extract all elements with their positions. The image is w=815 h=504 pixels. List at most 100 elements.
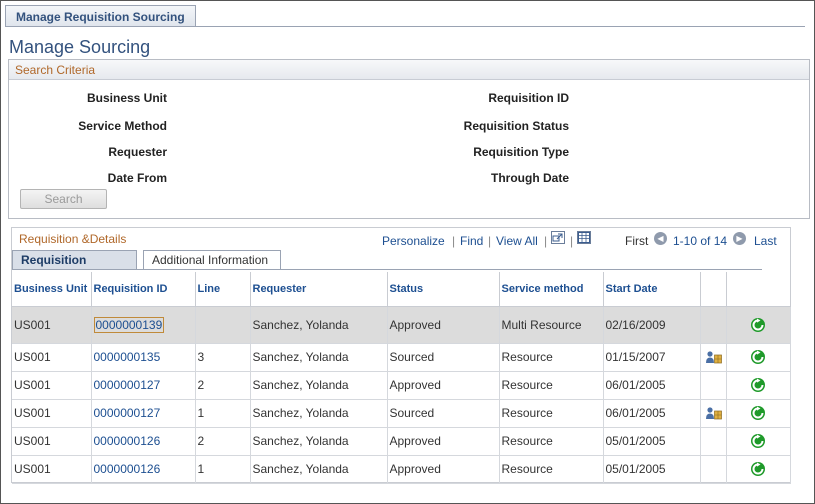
cell-people <box>700 306 727 344</box>
search-button[interactable]: Search <box>20 189 107 209</box>
cell-refresh <box>726 455 791 484</box>
col-status[interactable]: Status <box>387 272 500 307</box>
col-requester[interactable]: Requester <box>250 272 388 307</box>
cell-start-date: 01/15/2007 <box>603 343 701 372</box>
people-icon[interactable] <box>703 406 724 420</box>
tab-requisition-details[interactable]: Requisition Details <box>12 250 137 286</box>
page-title: Manage Sourcing <box>9 37 151 57</box>
cell-people <box>700 371 727 400</box>
next-arrow-icon[interactable]: ▶ <box>733 232 746 245</box>
cell-service-method: Resource <box>499 455 604 484</box>
cell-business-unit: US001 <box>12 399 92 428</box>
refresh-icon[interactable] <box>729 461 788 477</box>
cell-line: 1 <box>195 455 251 484</box>
cell-business-unit: US001 <box>12 306 92 344</box>
refresh-icon[interactable] <box>729 317 788 333</box>
label-service-method: Service Method <box>78 119 167 133</box>
cell-start-date: 02/16/2009 <box>603 306 701 344</box>
col-start-date[interactable]: Start Date <box>603 272 701 307</box>
cell-requisition-id: 0000000127 <box>91 371 196 400</box>
download-icon[interactable] <box>577 231 591 244</box>
cell-people <box>700 455 727 484</box>
refresh-icon[interactable] <box>729 433 788 449</box>
col-people <box>700 272 727 307</box>
cell-refresh <box>726 306 791 344</box>
cell-start-date: 05/01/2005 <box>603 455 701 484</box>
label-business-unit: Business Unit <box>86 91 167 105</box>
cell-requisition-id: 0000000139 <box>91 306 196 344</box>
cell-requester: Sanchez, Yolanda <box>250 455 388 484</box>
table-row: US001 0000000126 2 Sanchez, Yolanda Approved… <box>12 427 791 456</box>
cell-status: Approved <box>387 455 500 484</box>
cell-requisition-id: 0000000127 <box>91 399 196 428</box>
tab-divider <box>12 269 762 270</box>
col-business-unit[interactable]: Business Unit <box>12 272 92 307</box>
grid-title: Requisition &Details <box>19 232 127 246</box>
table-row: US001 0000000127 1 Sanchez, Yolanda Sourced R… <box>12 399 791 428</box>
table-row: US001 0000000126 1 Sanchez, Yolanda Approved… <box>12 455 791 484</box>
search-criteria-box: Search Criteria Business Unit Service Me… <box>8 59 810 219</box>
cell-service-method: Resource <box>499 371 604 400</box>
nav-separator: | <box>544 234 548 248</box>
cell-business-unit: US001 <box>12 427 92 456</box>
cell-line <box>195 306 251 344</box>
cell-status: Approved <box>387 306 500 344</box>
requisition-id-link[interactable]: 0000000127 <box>94 378 161 392</box>
cell-people <box>700 427 727 456</box>
page-tab-manage-requisition-sourcing[interactable]: Manage Requisition Sourcing <box>5 5 196 27</box>
nav-separator: | <box>452 234 456 248</box>
cell-service-method: Resource <box>499 427 604 456</box>
cell-people <box>700 399 727 428</box>
col-requisition-id[interactable]: Requisition ID <box>91 272 196 307</box>
cell-requester: Sanchez, Yolanda <box>250 343 388 372</box>
last-link[interactable]: Last <box>754 234 777 248</box>
cell-requisition-id: 0000000126 <box>91 427 196 456</box>
cell-requester: Sanchez, Yolanda <box>250 427 388 456</box>
cell-start-date: 05/01/2005 <box>603 427 701 456</box>
label-requisition-status: Requisition Status <box>463 119 569 133</box>
cell-status: Approved <box>387 371 500 400</box>
zoom-icon[interactable] <box>551 231 565 244</box>
tab-additional-information[interactable]: Additional Information <box>143 250 281 270</box>
label-requester: Requester <box>108 145 167 159</box>
requisition-id-link[interactable]: 0000000126 <box>94 434 161 448</box>
table-row: US001 0000000139 Sanchez, Yolanda Approved M… <box>12 306 791 344</box>
requisition-id-link[interactable]: 0000000127 <box>94 406 161 420</box>
page-tab-divider <box>5 26 805 27</box>
cell-service-method: Resource <box>499 399 604 428</box>
view-all-link[interactable]: View All <box>496 234 538 248</box>
nav-separator: | <box>570 234 574 248</box>
cell-start-date: 06/01/2005 <box>603 371 701 400</box>
col-line[interactable]: Line <box>195 272 251 307</box>
cell-status: Sourced <box>387 343 500 372</box>
table-row: US001 0000000135 3 Sanchez, Yolanda Sourced R… <box>12 343 791 372</box>
requisition-id-link[interactable]: 0000000135 <box>94 350 161 364</box>
refresh-icon[interactable] <box>729 405 788 421</box>
refresh-icon[interactable] <box>729 377 788 393</box>
cell-refresh <box>726 371 791 400</box>
cell-start-date: 06/01/2005 <box>603 399 701 428</box>
cell-service-method: Multi Resource <box>499 306 604 344</box>
refresh-icon[interactable] <box>729 349 788 365</box>
personalize-link[interactable]: Personalize <box>382 234 445 248</box>
col-service-method[interactable]: Service method <box>499 272 604 307</box>
cell-business-unit: US001 <box>12 455 92 484</box>
table-row: US001 0000000127 2 Sanchez, Yolanda Approved… <box>12 371 791 400</box>
cell-line: 3 <box>195 343 251 372</box>
find-link[interactable]: Find <box>460 234 483 248</box>
cell-status: Approved <box>387 427 500 456</box>
label-requisition-id: Requisition ID <box>488 91 569 105</box>
cell-business-unit: US001 <box>12 343 92 372</box>
requisition-id-link[interactable]: 0000000126 <box>94 462 161 476</box>
people-icon[interactable] <box>703 350 724 364</box>
search-criteria-header[interactable]: Search Criteria <box>9 60 809 80</box>
nav-separator: | <box>488 234 492 248</box>
label-date-from: Date From <box>107 171 167 185</box>
cell-requester: Sanchez, Yolanda <box>250 306 388 344</box>
cell-requisition-id: 0000000126 <box>91 455 196 484</box>
requisition-id-link[interactable]: 0000000139 <box>93 316 165 333</box>
cell-people <box>700 343 727 372</box>
cell-requisition-id: 0000000135 <box>91 343 196 372</box>
prev-arrow-icon[interactable]: ◀ <box>654 232 667 245</box>
cell-requester: Sanchez, Yolanda <box>250 371 388 400</box>
